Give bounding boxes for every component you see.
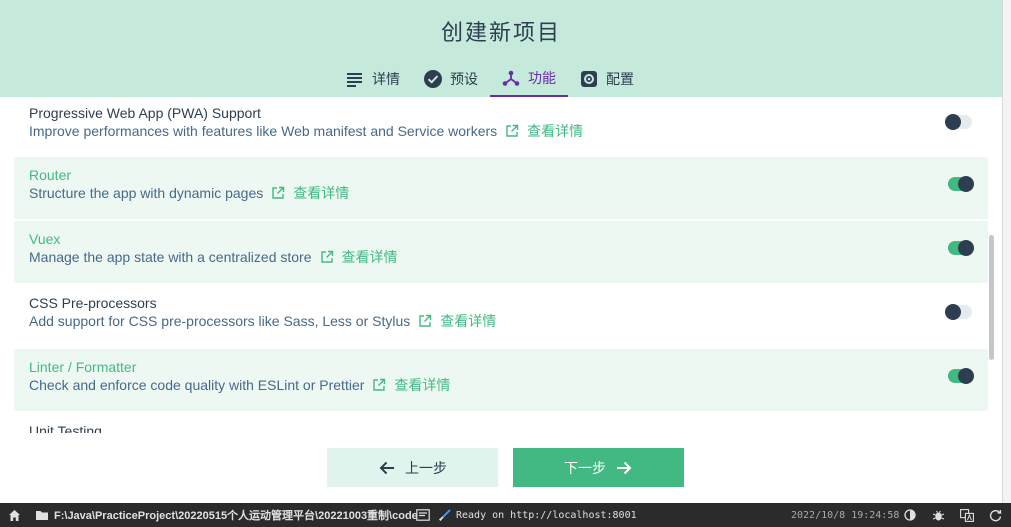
list-icon (346, 70, 364, 88)
feature-toggle[interactable] (948, 176, 974, 192)
feature-name: Unit Testing (29, 423, 102, 433)
feature-description: Improve performances with features like … (29, 122, 988, 140)
more-info-link[interactable]: 查看详情 (394, 376, 450, 394)
previous-label: 上一步 (405, 459, 447, 476)
feature-linter[interactable]: Linter / Formatter Check and enforce cod… (14, 349, 988, 411)
feature-description: Add support for CSS pre-processors like … (29, 312, 988, 330)
datetime: 2022/10/8 19:24:58 (791, 509, 900, 521)
dark-mode-icon[interactable] (904, 503, 916, 527)
footer: 上一步 下一步 (0, 433, 1002, 503)
toggle-knob (958, 176, 974, 192)
bug-icon[interactable] (932, 503, 945, 527)
tab-presets[interactable]: 预设 (412, 60, 490, 97)
toggle-knob (958, 368, 974, 384)
home-icon[interactable] (8, 503, 21, 527)
feature-desc-text: Add support for CSS pre-processors like … (29, 313, 411, 329)
header: 创建新项目 详情 预设 功能 配置 (0, 0, 1002, 97)
next-label: 下一步 (564, 459, 606, 476)
tab-details[interactable]: 详情 (334, 60, 412, 97)
tab-bar: 详情 预设 功能 配置 (334, 60, 646, 97)
arrow-left-icon (378, 459, 396, 477)
more-info-link[interactable]: 查看详情 (440, 312, 496, 330)
page-title: 创建新项目 (440, 20, 561, 45)
external-link-icon[interactable] (271, 186, 285, 200)
external-link-icon[interactable] (505, 124, 519, 138)
tab-config[interactable]: 配置 (568, 60, 646, 97)
toggle-knob (945, 114, 961, 130)
feature-css-preprocessors[interactable]: CSS Pre-processors Add support for CSS p… (14, 285, 988, 347)
feature-vuex[interactable]: Vuex Manage the app state with a central… (14, 221, 988, 283)
feature-description: Check and enforce code quality with ESLi… (29, 376, 988, 394)
tab-label: 详情 (372, 70, 400, 87)
external-link-icon[interactable] (320, 250, 334, 264)
graph-icon (502, 69, 520, 87)
status-bar: F:\Java\PracticeProject\20220515个人运动管理平台… (0, 503, 1011, 527)
tab-features[interactable]: 功能 (490, 60, 568, 97)
feature-toggle[interactable] (945, 114, 972, 130)
project-path[interactable]: F:\Java\PracticeProject\20220515个人运动管理平台… (54, 503, 418, 527)
refresh-icon[interactable] (989, 503, 1002, 527)
project-create-window: 创建新项目 详情 预设 功能 配置 Progressive Web App (P… (0, 0, 1002, 503)
more-info-link[interactable]: 查看详情 (527, 122, 583, 140)
tab-label: 功能 (528, 69, 556, 86)
feature-toggle[interactable] (948, 368, 974, 384)
external-link-icon[interactable] (418, 314, 432, 328)
feature-name: Progressive Web App (PWA) Support (29, 105, 261, 121)
brush-icon (439, 503, 451, 527)
feature-list[interactable]: Progressive Web App (PWA) Support Improv… (0, 97, 1002, 433)
feature-name: Vuex (29, 231, 61, 247)
feature-toggle[interactable] (948, 240, 974, 256)
previous-button[interactable]: 上一步 (327, 448, 498, 487)
folder-icon[interactable] (35, 503, 49, 527)
arrow-right-icon (615, 459, 633, 477)
toggle-knob (958, 240, 974, 256)
feature-pwa[interactable]: Progressive Web App (PWA) Support Improv… (14, 97, 988, 157)
tab-label: 预设 (450, 70, 478, 87)
feature-toggle[interactable] (945, 304, 972, 320)
scrollbar-thumb[interactable] (989, 235, 994, 360)
check-circle-icon (424, 69, 442, 88)
tab-label: 配置 (606, 70, 634, 87)
more-info-link[interactable]: 查看详情 (293, 184, 349, 202)
next-button[interactable]: 下一步 (513, 448, 684, 487)
more-info-link[interactable]: 查看详情 (342, 248, 398, 266)
feature-unit-testing[interactable]: Unit Testing (14, 413, 988, 433)
feature-name: CSS Pre-processors (29, 295, 157, 311)
feature-desc-text: Improve performances with features like … (29, 123, 498, 139)
feature-desc-text: Structure the app with dynamic pages (29, 185, 264, 201)
feature-router[interactable]: Router Structure the app with dynamic pa… (14, 157, 988, 219)
server-status: Ready on http://localhost:8001 (456, 509, 637, 521)
feature-desc-text: Check and enforce code quality with ESLi… (29, 377, 365, 393)
feature-description: Manage the app state with a centralized … (29, 248, 988, 266)
console-icon[interactable] (416, 503, 430, 527)
toggle-knob (945, 304, 961, 320)
feature-name: Router (29, 167, 72, 183)
window-edge (1002, 0, 1011, 503)
feature-desc-text: Manage the app state with a centralized … (29, 249, 312, 265)
feature-description: Structure the app with dynamic pages 查看详… (29, 184, 988, 202)
external-link-icon[interactable] (372, 378, 386, 392)
translate-icon[interactable] (960, 503, 974, 527)
settings-icon (580, 70, 598, 88)
feature-name: Linter / Formatter (29, 359, 137, 375)
